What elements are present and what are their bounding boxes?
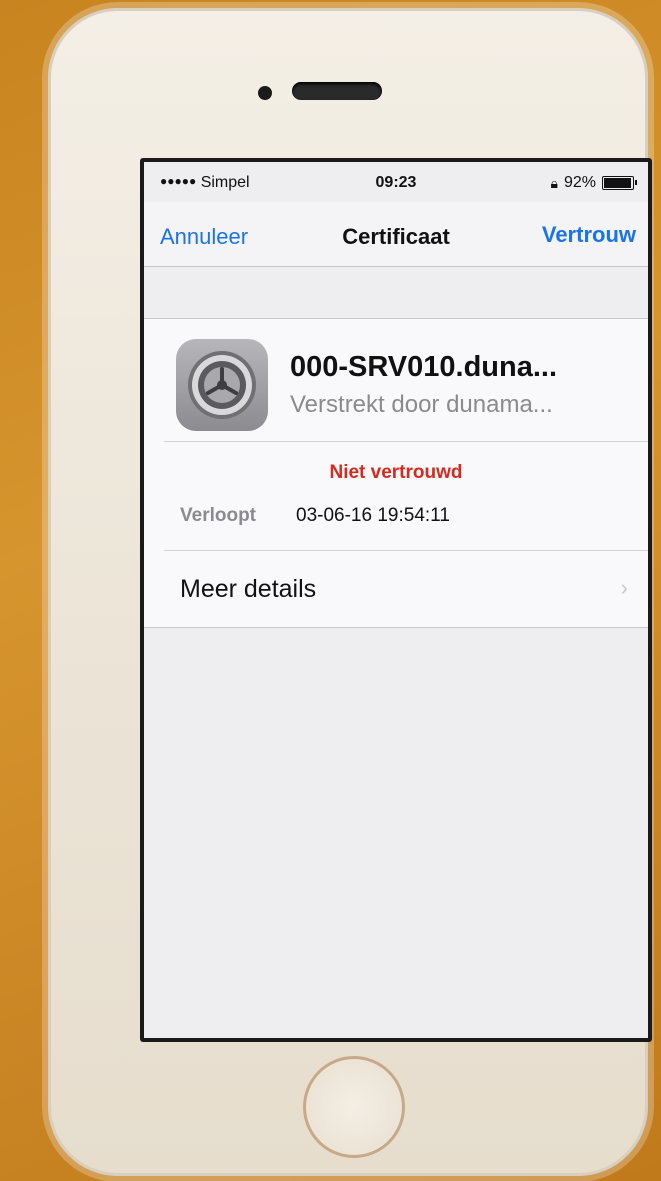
phone-device: ●●●●● Simpel 09:23 🔒︎ 92% Annuleer Certi… (48, 8, 652, 1176)
more-details-label: Meer details (180, 575, 317, 603)
gear-icon (176, 339, 268, 431)
front-camera (258, 86, 272, 100)
certificate-header: 000-SRV010.duna... Verstrekt door dunama… (164, 319, 648, 442)
certificate-issuer: Verstrekt door dunama... (290, 391, 553, 418)
trust-button[interactable]: Vertrouw (542, 222, 636, 248)
battery-percent: 92% (563, 174, 596, 191)
navigation-bar: Annuleer Certificaat Vertrouw (144, 202, 648, 267)
battery-status: 🔒︎ 92% (550, 174, 637, 192)
rotation-lock-icon: 🔒︎ (550, 174, 558, 191)
certificate-details: Niet vertrouwd Verloopt 03-06-16 19:54:1… (164, 442, 648, 551)
certificate-card: 000-SRV010.duna... Verstrekt door dunama… (144, 318, 648, 628)
earpiece-speaker (292, 82, 382, 100)
home-button[interactable] (303, 1056, 405, 1158)
more-details-row[interactable]: Meer details › (144, 551, 648, 627)
screen: ●●●●● Simpel 09:23 🔒︎ 92% Annuleer Certi… (140, 158, 652, 1042)
battery-icon (602, 176, 637, 190)
expires-value: 03-06-16 19:54:11 (296, 505, 450, 526)
status-bar: ●●●●● Simpel 09:23 🔒︎ 92% (144, 162, 648, 202)
chevron-right-icon: › (620, 575, 628, 600)
expires-label: Verloopt (180, 505, 257, 526)
certificate-name: 000-SRV010.duna... (290, 351, 558, 383)
trust-status-warning: Niet vertrouwd (329, 462, 463, 483)
